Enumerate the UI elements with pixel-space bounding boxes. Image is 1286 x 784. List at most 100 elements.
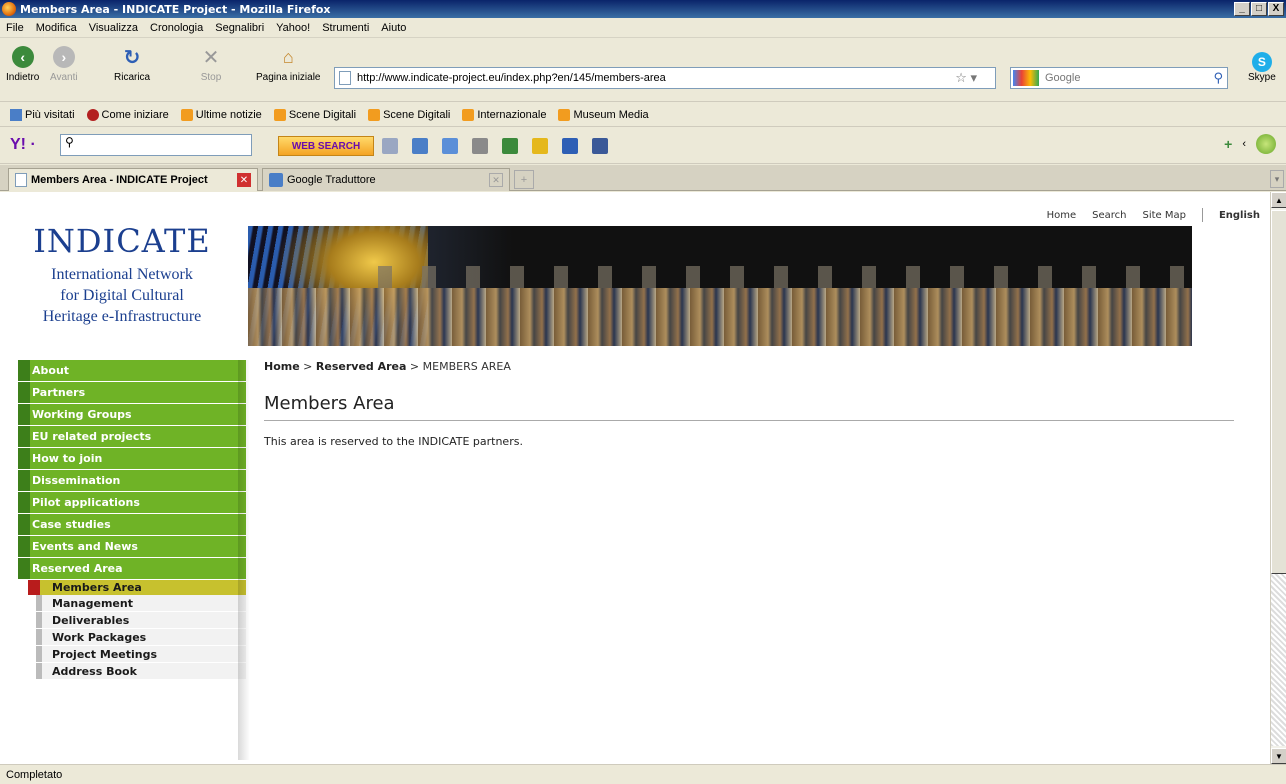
menu-yahoo[interactable]: Yahoo! xyxy=(276,22,310,34)
stop-button[interactable]: ✕ Stop xyxy=(200,46,222,84)
bookmark-most-visited[interactable]: Più visitati xyxy=(10,108,75,121)
skype-label: Skype xyxy=(1248,72,1276,83)
sidebar-item-working-groups[interactable]: Working Groups xyxy=(18,404,246,425)
vertical-scrollbar[interactable]: ▲ ▼ xyxy=(1270,192,1286,764)
back-label: Indietro xyxy=(6,72,40,83)
menu-aiuto[interactable]: Aiuto xyxy=(381,22,406,34)
window-title-bar: Members Area - INDICATE Project - Mozill… xyxy=(0,0,1286,18)
url-text: http://www.indicate-project.eu/index.php… xyxy=(357,72,666,84)
sidebar-subitem-management[interactable]: Management xyxy=(36,595,246,611)
shield-icon[interactable] xyxy=(562,138,578,154)
list-tabs-button[interactable]: ▾ xyxy=(1270,170,1284,188)
google-engine-icon[interactable] xyxy=(1013,70,1039,86)
menu-file[interactable]: File xyxy=(6,22,24,34)
skype-button[interactable]: S Skype xyxy=(1248,52,1276,83)
menu-modifica[interactable]: Modifica xyxy=(36,22,77,34)
tab-members-area[interactable]: Members Area - INDICATE Project ✕ xyxy=(8,168,258,191)
menu-strumenti[interactable]: Strumenti xyxy=(322,22,369,34)
sidebar-item-case-studies[interactable]: Case studies xyxy=(18,514,246,535)
menu-segnalibri[interactable]: Segnalibri xyxy=(215,22,264,34)
close-tab-icon[interactable]: ✕ xyxy=(489,173,503,187)
yahoo-search-input[interactable]: ⚲ xyxy=(60,134,252,156)
sidebar-item-about[interactable]: About xyxy=(18,360,246,381)
sidebar-item-partners[interactable]: Partners xyxy=(18,382,246,403)
sidebar-item-eu-related-projects[interactable]: EU related projects xyxy=(18,426,246,447)
url-bar[interactable]: http://www.indicate-project.eu/index.php… xyxy=(334,67,996,89)
toolbar-green-icon[interactable] xyxy=(502,138,518,154)
sidebar-item-dissemination[interactable]: Dissemination xyxy=(18,470,246,491)
bookmark-internazionale[interactable]: Internazionale xyxy=(462,108,546,121)
page-icon xyxy=(339,71,351,85)
rss-icon xyxy=(462,108,475,121)
bookmark-scene-digitali-2[interactable]: Scene Digitali xyxy=(368,108,450,121)
search-input[interactable]: Google ⚲ xyxy=(1010,67,1228,89)
mail-icon[interactable] xyxy=(442,138,458,154)
minimize-button[interactable]: _ xyxy=(1234,2,1250,16)
scroll-thumb[interactable] xyxy=(1271,210,1286,574)
new-tab-button[interactable]: + xyxy=(514,170,534,189)
yahoo-logo-icon[interactable]: Y! · xyxy=(10,136,36,154)
sidebar-subitem-address-book[interactable]: Address Book xyxy=(36,663,246,679)
topnav-sitemap-link[interactable]: Site Map xyxy=(1142,210,1185,221)
reload-button[interactable]: ↻ Ricarica xyxy=(114,46,150,84)
menu-cronologia[interactable]: Cronologia xyxy=(150,22,203,34)
add-button-icon[interactable]: + xyxy=(1224,136,1232,152)
web-search-button[interactable]: WEB SEARCH xyxy=(278,136,374,156)
sidebar-subitem-project-meetings[interactable]: Project Meetings xyxy=(36,646,246,662)
bookmark-museum-media[interactable]: Museum Media xyxy=(558,108,649,121)
language-selector[interactable]: English xyxy=(1219,210,1260,221)
bookmark-getting-started[interactable]: Come iniziare xyxy=(86,108,169,121)
rss-icon xyxy=(558,108,571,121)
topnav-search-link[interactable]: Search xyxy=(1092,210,1126,221)
skype-icon: S xyxy=(1251,52,1272,72)
sidebar-item-pilot-applications[interactable]: Pilot applications xyxy=(18,492,246,513)
close-tab-icon[interactable]: ✕ xyxy=(237,173,251,187)
scroll-down-icon[interactable]: ▼ xyxy=(1271,748,1286,764)
firefox-small-icon xyxy=(86,108,99,121)
stop-label: Stop xyxy=(200,72,222,83)
page-body-text: This area is reserved to the INDICATE pa… xyxy=(264,435,523,448)
topnav-home-link[interactable]: Home xyxy=(1047,210,1077,221)
tab-google-traduttore[interactable]: Google Traduttore ✕ xyxy=(262,168,510,191)
forward-arrow-icon: › xyxy=(52,46,75,68)
bookmark-scene-digitali-1[interactable]: Scene Digitali xyxy=(273,108,356,121)
settings-icon[interactable] xyxy=(1256,134,1276,154)
sidebar-item-how-to-join[interactable]: How to join xyxy=(18,448,246,469)
forward-button[interactable]: › Avanti xyxy=(50,46,78,83)
rss-icon xyxy=(368,108,381,121)
thumbnail-row xyxy=(348,266,1192,288)
bookmark-latest-news[interactable]: Ultime notizie xyxy=(180,108,262,121)
sidebar-menu: About Partners Working Groups EU related… xyxy=(18,360,246,680)
toolbar-page-icon[interactable] xyxy=(412,138,428,154)
chevron-left-icon[interactable]: ‹ xyxy=(1242,138,1246,150)
home-button[interactable]: ⌂ Pagina iniziale xyxy=(256,46,321,84)
sidebar-item-events-and-news[interactable]: Events and News xyxy=(18,536,246,557)
reload-icon: ↻ xyxy=(123,46,141,69)
firefox-icon xyxy=(2,2,16,16)
ebay-icon[interactable] xyxy=(532,138,548,154)
breadcrumb-home[interactable]: Home xyxy=(264,360,300,373)
toolbar-edit-icon[interactable] xyxy=(382,138,398,154)
close-button[interactable]: X xyxy=(1268,2,1284,16)
maximize-button[interactable]: □ xyxy=(1251,2,1267,16)
stop-icon: ✕ xyxy=(202,46,220,69)
messenger-icon[interactable] xyxy=(472,138,488,154)
scroll-track[interactable] xyxy=(1271,574,1286,746)
sidebar-subitem-deliverables[interactable]: Deliverables xyxy=(36,612,246,628)
scroll-up-icon[interactable]: ▲ xyxy=(1271,192,1286,208)
sidebar-item-members-area[interactable]: Members Area xyxy=(28,580,246,595)
sidebar-subitem-work-packages[interactable]: Work Packages xyxy=(36,629,246,645)
breadcrumb-current: MEMBERS AREA xyxy=(422,360,511,373)
header-banner xyxy=(248,226,1192,346)
indicate-logo[interactable]: INDICATE International Network for Digit… xyxy=(12,222,232,327)
facebook-icon[interactable] xyxy=(592,138,608,154)
breadcrumb-reserved-area[interactable]: Reserved Area xyxy=(316,360,407,373)
back-button[interactable]: ‹ Indietro xyxy=(6,46,39,83)
search-icon[interactable]: ⚲ xyxy=(1213,70,1223,86)
menu-bar: File Modifica Visualizza Cronologia Segn… xyxy=(0,18,1286,38)
sidebar-item-reserved-area[interactable]: Reserved Area xyxy=(18,558,246,579)
document-icon xyxy=(15,173,27,187)
home-icon: ⌂ xyxy=(282,46,294,67)
menu-visualizza[interactable]: Visualizza xyxy=(89,22,138,34)
bookmark-star-icon[interactable]: ☆ ▾ xyxy=(955,70,977,86)
